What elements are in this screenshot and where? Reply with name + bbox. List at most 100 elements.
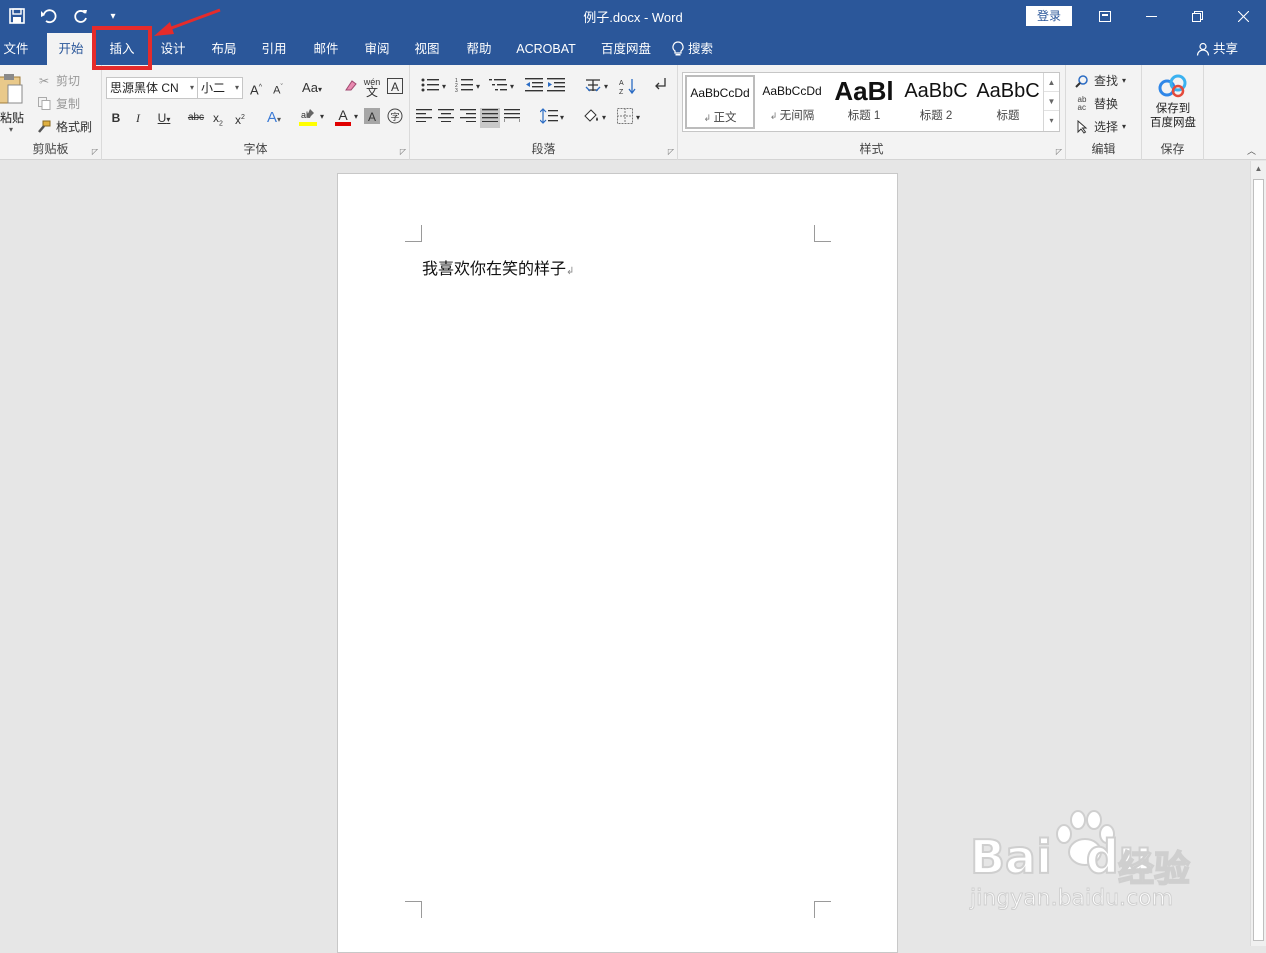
login-button[interactable]: 登录 xyxy=(1026,6,1072,26)
tab-mailings[interactable]: 邮件 xyxy=(302,33,350,65)
tab-references[interactable]: 引用 xyxy=(250,33,298,65)
subscript-icon[interactable]: x2 xyxy=(208,108,228,128)
copy-label: 复制 xyxy=(56,97,81,111)
format-painter-button[interactable]: 格式刷 xyxy=(36,118,92,135)
style-title[interactable]: AaBbC 标题 xyxy=(973,75,1043,129)
save-to-label-line1: 保存到 xyxy=(1155,103,1191,115)
cut-button[interactable]: ✂ 剪切 xyxy=(36,72,80,89)
tab-insert[interactable]: 插入 xyxy=(98,33,146,65)
line-spacing-icon[interactable]: ▾ xyxy=(534,108,564,128)
svg-text:Z: Z xyxy=(619,89,624,95)
svg-text:A: A xyxy=(619,80,624,87)
multilevel-list-icon[interactable]: ▾ xyxy=(482,77,514,97)
editing-group: 查找 ▾ ab ac 替换 选择 ▾ 编辑 xyxy=(1066,65,1142,160)
font-size-combo[interactable]: 小二 ▾ xyxy=(197,77,243,99)
tab-review[interactable]: 审阅 xyxy=(353,33,401,65)
tab-help[interactable]: 帮助 xyxy=(455,33,503,65)
scrollbar-thumb[interactable] xyxy=(1253,179,1264,941)
crop-mark xyxy=(814,225,831,242)
clear-format-icon[interactable] xyxy=(340,78,360,98)
crop-mark xyxy=(814,901,831,918)
document-page[interactable]: 我喜欢你在笑的样子↲ xyxy=(337,173,898,953)
document-text[interactable]: 我喜欢你在笑的样子↲ xyxy=(422,255,574,279)
find-button[interactable]: 查找 ▾ xyxy=(1074,72,1126,89)
ribbon-display-icon[interactable] xyxy=(1082,0,1128,33)
scroll-down-icon[interactable]: ▼ xyxy=(1044,92,1059,111)
save-to-baidu-button[interactable]: 保存到 百度网盘 xyxy=(1142,73,1204,130)
baidu-netdisk-icon xyxy=(1158,74,1187,98)
gallery-more-icon[interactable]: ▾ xyxy=(1044,111,1059,130)
ribbon: 粘贴 ▾ ✂ 剪切 复制 格式刷 剪贴板 ◸ 思源黑体 CN ▾ 小二 ▾ A^… xyxy=(0,65,1266,160)
svg-text:3: 3 xyxy=(455,88,458,93)
change-case-icon[interactable]: Aa▾ xyxy=(298,78,326,98)
tell-me-search[interactable]: 搜索 xyxy=(672,33,726,65)
paste-button[interactable]: 粘贴 ▾ xyxy=(0,71,30,141)
shrink-font-icon[interactable]: Aˇ xyxy=(268,78,288,98)
replace-button[interactable]: ab ac 替换 xyxy=(1074,95,1118,112)
restore-icon[interactable] xyxy=(1174,0,1220,33)
scroll-up-icon[interactable]: ▲ xyxy=(1251,161,1266,177)
align-left-icon[interactable] xyxy=(414,108,434,128)
style-heading-1[interactable]: AaBl 标题 1 xyxy=(829,75,899,129)
show-marks-icon[interactable] xyxy=(650,77,670,97)
collapse-ribbon-icon[interactable]: ︿ xyxy=(1247,144,1256,157)
save-group: 保存到 百度网盘 保存 xyxy=(1142,65,1204,160)
chinese-layout-icon[interactable]: ▾ xyxy=(578,77,608,97)
share-button[interactable]: 共享 xyxy=(1196,33,1246,65)
text-effects-icon[interactable]: A▾ xyxy=(260,108,288,128)
document-title: 例子.docx - Word xyxy=(583,10,683,25)
paste-dropdown-icon[interactable]: ▾ xyxy=(9,125,13,134)
font-launcher-icon[interactable]: ◸ xyxy=(400,147,406,156)
font-name-combo[interactable]: 思源黑体 CN ▾ xyxy=(106,77,198,99)
bullets-icon[interactable]: ▾ xyxy=(414,77,446,97)
shading-icon[interactable]: ▾ xyxy=(576,108,606,128)
clipboard-launcher-icon[interactable]: ◸ xyxy=(92,147,98,156)
tab-baidu-netdisk[interactable]: 百度网盘 xyxy=(594,33,658,65)
style-sample: AaBl xyxy=(834,76,894,106)
tab-file[interactable]: 文件 xyxy=(0,33,32,65)
align-right-icon[interactable] xyxy=(458,108,478,128)
save-group-label: 保存 xyxy=(1160,142,1185,156)
style-normal[interactable]: AaBbCcDd ↲ 正文 xyxy=(685,75,755,129)
close-icon[interactable] xyxy=(1220,0,1266,33)
vertical-scrollbar[interactable]: ▲ xyxy=(1250,161,1266,946)
decrease-indent-icon[interactable] xyxy=(524,77,544,97)
minimize-icon[interactable] xyxy=(1128,0,1174,33)
tab-acrobat[interactable]: ACROBAT xyxy=(510,33,582,65)
borders-icon[interactable]: ▾ xyxy=(610,108,640,128)
char-shading-icon[interactable]: A xyxy=(362,108,382,128)
scroll-up-icon[interactable]: ▲ xyxy=(1044,73,1059,92)
tab-design[interactable]: 设计 xyxy=(150,33,196,65)
select-button[interactable]: 选择 ▾ xyxy=(1074,118,1126,135)
style-sample: AaBbCcDd xyxy=(762,84,822,98)
italic-icon[interactable]: I xyxy=(128,108,148,128)
styles-launcher-icon[interactable]: ◸ xyxy=(1056,147,1062,156)
phonetic-guide-icon[interactable]: wén 文 xyxy=(362,77,382,98)
bold-icon[interactable]: B xyxy=(106,108,126,128)
tab-home[interactable]: 开始 xyxy=(47,33,95,65)
increase-indent-icon[interactable] xyxy=(546,77,566,97)
distributed-icon[interactable] xyxy=(502,108,522,128)
chevron-down-icon: ▾ xyxy=(1122,76,1127,85)
style-heading-2[interactable]: AaBbC 标题 2 xyxy=(901,75,971,129)
highlight-color-icon[interactable]: ab ▾ xyxy=(292,107,324,127)
style-no-spacing[interactable]: AaBbCcDd ↲ 无间隔 xyxy=(757,75,827,129)
strikethrough-icon[interactable]: abc xyxy=(184,108,208,128)
style-sample: AaBbC xyxy=(976,80,1040,102)
superscript-icon[interactable]: x2 xyxy=(230,108,250,128)
align-center-icon[interactable] xyxy=(436,108,456,128)
paragraph-group-label: 段落 xyxy=(531,142,556,156)
tab-view[interactable]: 视图 xyxy=(403,33,451,65)
grow-font-icon[interactable]: A^ xyxy=(246,78,266,98)
sort-icon[interactable]: AZ xyxy=(618,77,638,97)
copy-button[interactable]: 复制 xyxy=(36,95,80,112)
enclose-char-icon[interactable]: 字 xyxy=(385,108,405,128)
font-color-icon[interactable]: A ▾ xyxy=(328,107,358,127)
justify-icon[interactable] xyxy=(480,108,500,128)
style-sample: AaBbCcDd xyxy=(690,86,750,100)
paragraph-launcher-icon[interactable]: ◸ xyxy=(668,147,674,156)
numbering-icon[interactable]: 1 2 3 ▾ xyxy=(448,77,480,97)
tab-layout[interactable]: 布局 xyxy=(200,33,248,65)
char-border-icon[interactable]: A xyxy=(385,78,405,98)
underline-icon[interactable]: U▾ xyxy=(150,108,178,128)
